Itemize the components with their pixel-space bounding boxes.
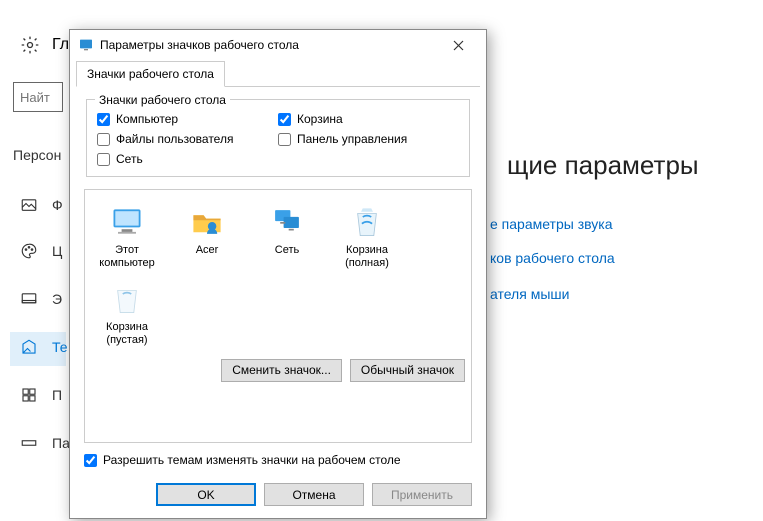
search-input[interactable]	[13, 82, 63, 112]
sidebar-category: Персон	[13, 147, 61, 163]
close-button[interactable]	[438, 31, 478, 59]
sidebar-item-label: Э	[52, 291, 62, 307]
icon-recycle-empty[interactable]: Корзина (пустая)	[91, 277, 163, 350]
icon-preview-box: Этот компьютер Acer Сеть Корзина (полная…	[84, 189, 472, 443]
start-icon	[20, 386, 38, 404]
icon-user-folder[interactable]: Acer	[171, 200, 243, 273]
checkbox-userfiles[interactable]: Файлы пользователя	[97, 132, 278, 146]
checkbox-network[interactable]: Сеть	[97, 152, 278, 166]
checkbox-allow-themes[interactable]: Разрешить темам изменять значки на рабоч…	[84, 453, 472, 467]
checkbox-recyclebin[interactable]: Корзина	[278, 112, 459, 126]
related-link-desktop-icons[interactable]: ков рабочего стола	[490, 250, 615, 266]
sidebar-item-background[interactable]: Ф	[20, 196, 63, 214]
icon-network[interactable]: Сеть	[251, 200, 323, 273]
sidebar-item-label: П	[52, 387, 62, 403]
sidebar-item-taskbar[interactable]: Па	[20, 434, 70, 452]
apply-button[interactable]: Применить	[372, 483, 472, 506]
icon-this-pc[interactable]: Этот компьютер	[91, 200, 163, 273]
tab-desktop-icons[interactable]: Значки рабочего стола	[76, 61, 225, 87]
palette-icon	[20, 242, 38, 260]
fieldset-legend: Значки рабочего стола	[95, 93, 230, 107]
sidebar-item-label: Ф	[52, 197, 63, 213]
sidebar-item-start[interactable]: П	[20, 386, 62, 404]
network-icon	[270, 205, 304, 239]
desktop-icon-settings-dialog: Параметры значков рабочего стола Значки …	[69, 29, 487, 519]
sidebar-item-label: Те	[52, 339, 68, 355]
sidebar-item-label: Па	[52, 435, 70, 451]
cancel-button[interactable]: Отмена	[264, 483, 364, 506]
sidebar-item-label: Ц	[52, 243, 62, 259]
checkbox-computer[interactable]: Компьютер	[97, 112, 278, 126]
page-title-fragment: щие параметры	[507, 150, 699, 181]
related-link-mouse-pointer[interactable]: ателя мыши	[490, 286, 569, 302]
lockscreen-icon	[20, 290, 38, 308]
close-icon	[453, 40, 464, 51]
themes-icon	[20, 338, 38, 356]
sidebar-item-themes[interactable]: Те	[20, 338, 68, 356]
icon-recycle-full[interactable]: Корзина (полная)	[331, 200, 403, 273]
picture-icon	[20, 196, 38, 214]
change-icon-button[interactable]: Сменить значок...	[221, 359, 342, 382]
settings-home-label: Гл	[52, 36, 69, 54]
restore-default-button[interactable]: Обычный значок	[350, 359, 465, 382]
ok-button[interactable]: OK	[156, 483, 256, 506]
sidebar-item-lockscreen[interactable]: Э	[20, 290, 62, 308]
sidebar-item-colors[interactable]: Ц	[20, 242, 62, 260]
related-link-sound[interactable]: е параметры звука	[490, 216, 612, 232]
recycle-bin-empty-icon	[112, 282, 142, 316]
recycle-bin-full-icon	[352, 205, 382, 239]
tab-strip: Значки рабочего стола	[76, 60, 480, 87]
checkbox-controlpanel[interactable]: Панель управления	[278, 132, 459, 146]
dialog-titlebar: Параметры значков рабочего стола	[70, 30, 486, 60]
desktop-icons-fieldset: Значки рабочего стола Компьютер Файлы по…	[86, 99, 470, 177]
user-folder-icon	[190, 205, 224, 239]
taskbar-icon	[20, 434, 38, 452]
gear-icon	[20, 35, 40, 55]
pc-icon	[109, 204, 145, 240]
dialog-title: Параметры значков рабочего стола	[100, 38, 438, 52]
dialog-icon	[78, 37, 94, 53]
